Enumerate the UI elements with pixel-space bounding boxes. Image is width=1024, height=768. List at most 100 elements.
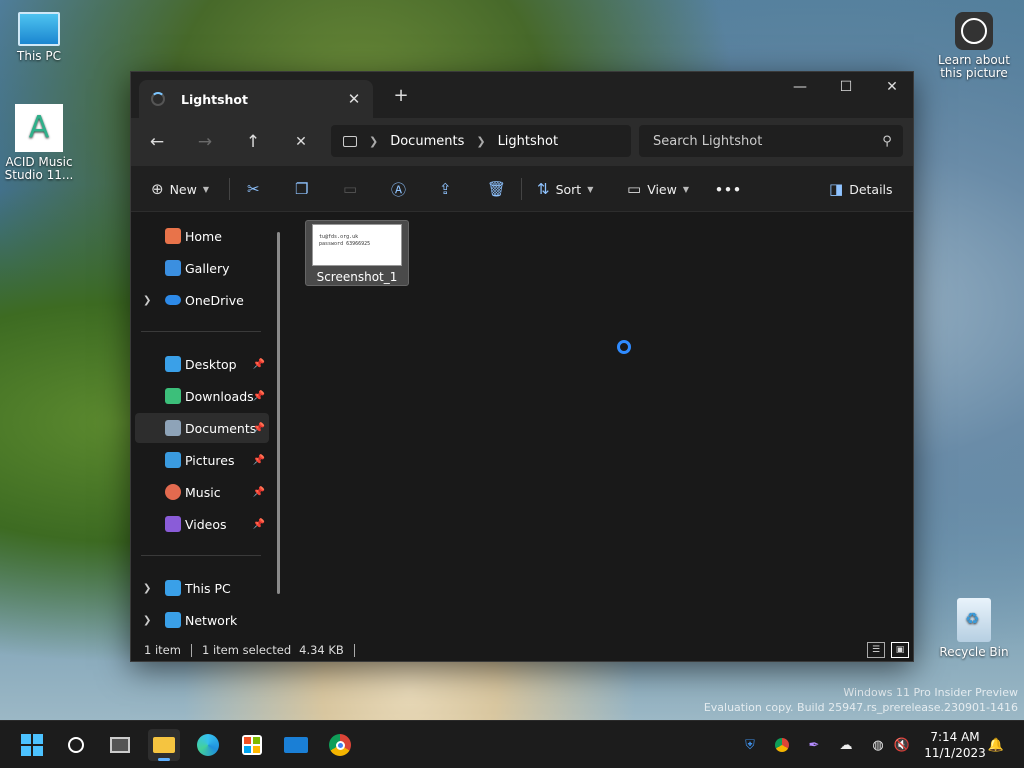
sidebar-item-label: Desktop	[185, 356, 237, 372]
acid-music-icon: A	[15, 104, 63, 152]
network-icon	[165, 612, 181, 628]
new-tab-button[interactable]: +	[389, 84, 413, 108]
folder-icon	[153, 737, 175, 753]
delete-button[interactable]: 🗑	[487, 173, 512, 205]
task-view-button[interactable]	[104, 729, 136, 761]
search-input[interactable]: Search Lightshot ⚲	[639, 125, 903, 157]
sidebar-item-label: Network	[185, 612, 238, 628]
rename-icon: Ⓐ	[391, 180, 407, 199]
share-button[interactable]: ⇪	[439, 173, 458, 205]
sort-button[interactable]: ⇅ Sort ▼	[537, 173, 593, 205]
edge-taskbar-button[interactable]	[192, 729, 224, 761]
details-label: Details	[849, 181, 893, 197]
sidebar-item-label: Downloads	[185, 388, 254, 404]
cloud-icon	[165, 295, 181, 305]
clock-date: 11/1/2023	[924, 746, 986, 760]
os-watermark-line2: Evaluation copy. Build 25947.rs_prerelea…	[703, 701, 1018, 714]
sidebar-item-videos[interactable]: Videos 📌	[135, 509, 269, 539]
plus-circle-icon: ⊕	[151, 180, 164, 198]
stop-loading-button[interactable]: ✕	[285, 126, 317, 158]
onedrive-offline-icon[interactable]: ☁	[836, 735, 856, 755]
sidebar-item-label: Videos	[185, 516, 227, 532]
notification-bell-icon[interactable]: 🔔	[986, 735, 1006, 755]
search-button[interactable]	[60, 729, 92, 761]
start-button[interactable]	[16, 729, 48, 761]
file-explorer-window: Lightshot ✕ + — ☐ ✕ ← → ↑ ✕ ❯ Documents …	[130, 71, 914, 662]
sidebar-item-label: OneDrive	[185, 292, 244, 308]
sidebar-item-music[interactable]: Music 📌	[135, 477, 269, 507]
paste-button[interactable]: ▭	[343, 173, 363, 205]
expand-chevron-icon[interactable]: ❯	[143, 583, 151, 594]
more-options-button[interactable]: •••	[715, 173, 742, 205]
chrome-taskbar-button[interactable]	[324, 729, 356, 761]
cut-button[interactable]: ✂	[247, 173, 266, 205]
sort-label: Sort	[555, 181, 582, 197]
computer-icon	[343, 135, 357, 147]
tab-close-button[interactable]: ✕	[343, 88, 365, 110]
pin-icon[interactable]: 📌	[253, 391, 265, 402]
status-divider	[190, 643, 192, 657]
mail-taskbar-button[interactable]	[280, 729, 312, 761]
sidebar-item-pictures[interactable]: Pictures 📌	[135, 445, 269, 475]
tab-title: Lightshot	[181, 91, 248, 107]
sidebar-item-onedrive[interactable]: ❯ OneDrive	[135, 285, 269, 315]
file-name: Screenshot_1	[316, 270, 398, 284]
sidebar-item-label: Documents	[185, 420, 257, 436]
view-button[interactable]: ▭ View ▼	[627, 173, 689, 205]
copy-button[interactable]: ❐	[295, 173, 314, 205]
pin-icon[interactable]: 📌	[253, 455, 265, 466]
rename-button[interactable]: Ⓐ	[391, 173, 412, 205]
address-bar[interactable]: ❯ Documents ❯ Lightshot	[331, 125, 631, 157]
maximize-button[interactable]: ☐	[823, 72, 869, 102]
pin-icon[interactable]: 📌	[253, 487, 265, 498]
minimize-button[interactable]: —	[777, 72, 823, 102]
chevron-down-icon: ▼	[202, 184, 209, 194]
sidebar-item-desktop[interactable]: Desktop 📌	[135, 349, 269, 379]
store-taskbar-button[interactable]	[236, 729, 268, 761]
document-icon	[165, 420, 181, 436]
chrome-tray-icon[interactable]	[772, 735, 792, 755]
large-icons-view-button[interactable]: ▣	[891, 642, 909, 658]
gallery-icon	[165, 260, 181, 276]
pin-icon[interactable]: 📌	[253, 519, 265, 530]
up-button[interactable]: ↑	[237, 126, 269, 158]
camera-icon	[955, 12, 993, 50]
windows-logo-icon	[21, 734, 43, 756]
sidebar-item-gallery[interactable]: Gallery	[135, 253, 269, 283]
details-pane-button[interactable]: ◨ Details	[829, 173, 893, 205]
pin-icon[interactable]: 📌	[253, 423, 265, 434]
breadcrumb-lightshot[interactable]: Lightshot	[498, 134, 559, 149]
expand-chevron-icon[interactable]: ❯	[143, 615, 151, 626]
chrome-icon	[329, 734, 351, 756]
tab-bar: Lightshot ✕ + — ☐ ✕	[131, 72, 913, 118]
pin-icon[interactable]: 📌	[253, 359, 265, 370]
new-button[interactable]: ⊕ New ▼	[151, 173, 209, 205]
sidebar-item-network[interactable]: ❯ Network	[135, 605, 269, 635]
expand-chevron-icon[interactable]: ❯	[143, 295, 151, 306]
selection-info: 1 item selected	[201, 643, 292, 657]
sidebar-item-documents[interactable]: Documents 📌	[135, 413, 269, 443]
security-icon[interactable]: ⛨	[740, 735, 760, 755]
tab-lightshot[interactable]: Lightshot ✕	[139, 80, 373, 118]
desktop-icon-recycle-bin[interactable]: ♻ Recycle Bin	[938, 598, 1010, 659]
desktop-icon-learn-picture[interactable]: Learn about this picture	[938, 12, 1010, 80]
breadcrumb-documents[interactable]: Documents	[390, 134, 464, 149]
file-list-area[interactable]: tu@fds.org.uk password 63966925 Screensh…	[289, 213, 913, 637]
sidebar-item-downloads[interactable]: Downloads 📌	[135, 381, 269, 411]
desktop-icon-acid-music[interactable]: A ACID Music Studio 11...	[3, 104, 75, 182]
sidebar-scrollbar[interactable]	[277, 232, 280, 594]
globe-icon[interactable]: ◍	[868, 735, 888, 755]
desktop-icon-this-pc[interactable]: This PC	[3, 12, 75, 63]
pen-icon[interactable]: ✒	[804, 735, 824, 755]
details-view-button[interactable]: ☰	[867, 642, 885, 658]
forward-button[interactable]: →	[189, 126, 221, 158]
status-bar: 1 item 1 item selected 4.34 KB ☰ ▣	[131, 638, 913, 662]
file-explorer-taskbar-button[interactable]	[148, 729, 180, 761]
clock[interactable]: 7:14 AM 11/1/2023	[920, 729, 990, 761]
sidebar-item-this-pc[interactable]: ❯ This PC	[135, 573, 269, 603]
file-item-screenshot-1[interactable]: tu@fds.org.uk password 63966925 Screensh…	[305, 220, 409, 286]
back-button[interactable]: ←	[141, 126, 173, 158]
close-button[interactable]: ✕	[869, 72, 915, 102]
sidebar-item-home[interactable]: Home	[135, 221, 269, 251]
volume-muted-icon[interactable]: 🔇	[892, 735, 912, 755]
